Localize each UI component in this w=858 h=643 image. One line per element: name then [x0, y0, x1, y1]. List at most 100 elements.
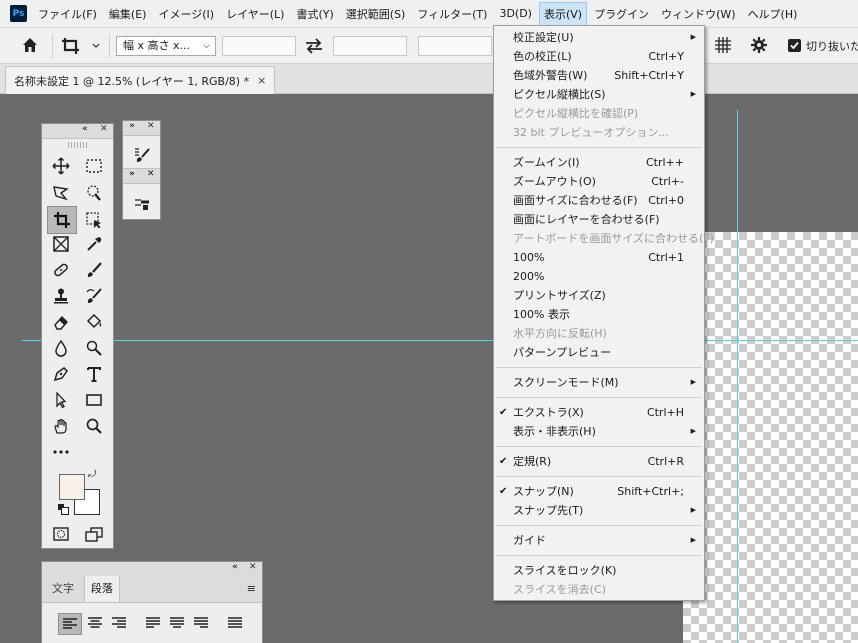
hand-tool[interactable] — [49, 414, 73, 438]
menu-item[interactable]: 色の校正(L) Ctrl+Y — [494, 47, 704, 66]
menu-item[interactable]: 画面サイズに合わせる(F) Ctrl+0 — [494, 191, 704, 210]
menu-plugins[interactable]: プラグイン — [589, 2, 654, 26]
edit-toolbar-button[interactable] — [49, 440, 73, 464]
document-tab[interactable]: 名称未設定 1 @ 12.5% (レイヤー 1, RGB/8) * × — [5, 66, 276, 94]
pen-tool[interactable] — [49, 362, 73, 386]
menu-3d[interactable]: 3D(D) — [494, 3, 537, 24]
eyedropper-tool[interactable] — [82, 232, 106, 256]
delete-cropped-checkbox[interactable] — [788, 39, 801, 52]
dodge-tool[interactable] — [82, 336, 106, 360]
expand-icon[interactable]: » — [129, 169, 135, 179]
width-field[interactable] — [222, 36, 296, 56]
tab-character[interactable]: 文字 — [46, 576, 80, 602]
justify-right-button[interactable] — [190, 613, 212, 635]
canvas-transparency[interactable] — [683, 232, 858, 643]
menu-item[interactable]: ガイド ▶ — [494, 531, 704, 550]
menu-item[interactable]: ✔ エクストラ(X) Ctrl+H — [494, 403, 704, 422]
panel-grip[interactable] — [67, 142, 88, 148]
tool-presets-button[interactable] — [130, 191, 154, 215]
move-tool[interactable] — [49, 154, 73, 178]
menu-layer[interactable]: レイヤー(L) — [221, 2, 289, 26]
menu-item[interactable]: 200% — [494, 267, 704, 286]
history-brush-tool[interactable] — [82, 284, 106, 308]
home-button[interactable] — [20, 36, 42, 56]
quick-mask-button[interactable] — [49, 522, 73, 546]
swap-colors-icon[interactable]: ⤾ — [88, 469, 96, 480]
menu-item[interactable]: ピクセル縦横比(S) ▶ — [494, 85, 704, 104]
menu-help[interactable]: ヘルプ(H) — [743, 2, 803, 26]
rectangle-tool[interactable] — [82, 388, 106, 412]
menu-item[interactable]: 表示・非表示(H) ▶ — [494, 422, 704, 441]
marquee-tool[interactable] — [82, 154, 106, 178]
menu-view[interactable]: 表示(V) — [538, 1, 588, 26]
swap-dimensions-button[interactable] — [303, 37, 325, 55]
menu-item[interactable]: スナップ先(T) ▶ — [494, 501, 704, 520]
menu-item[interactable]: 100% Ctrl+1 — [494, 248, 704, 267]
screen-mode-button[interactable] — [82, 522, 106, 546]
menu-edit[interactable]: 編集(E) — [104, 2, 152, 26]
menu-item[interactable]: スライスをロック(K) — [494, 561, 704, 580]
panel-menu-icon[interactable]: ≡ — [247, 582, 256, 595]
frame-selection-tool[interactable] — [82, 208, 106, 232]
collapse-icon[interactable]: « — [232, 562, 238, 572]
tab-paragraph[interactable]: 段落 — [84, 576, 120, 602]
collapse-icon[interactable]: « — [82, 124, 88, 134]
align-center-button[interactable] — [84, 613, 106, 635]
menu-file[interactable]: ファイル(F) — [33, 2, 102, 26]
lasso-tool[interactable] — [49, 181, 73, 205]
justify-center-button[interactable] — [166, 613, 188, 635]
close-icon[interactable]: ✕ — [147, 121, 155, 131]
brush-settings-button[interactable] — [130, 143, 154, 167]
foreground-color-swatch[interactable] — [59, 474, 85, 500]
crop-ratio-select[interactable]: 幅 x 高さ x... ⌵ — [116, 36, 216, 56]
align-right-button[interactable] — [108, 613, 130, 635]
zoom-tool[interactable] — [82, 414, 106, 438]
menu-item[interactable]: 100% 表示 — [494, 305, 704, 324]
justify-all-button[interactable] — [224, 613, 246, 635]
menu-item-label: 色域外警告(W) — [513, 69, 588, 82]
menu-item[interactable]: 校正設定(U) ▶ — [494, 28, 704, 47]
close-icon[interactable]: × — [257, 74, 266, 87]
resolution-field[interactable] — [418, 36, 492, 56]
crop-tool[interactable] — [47, 206, 77, 234]
brush-tool[interactable] — [82, 258, 106, 282]
crop-tool-preset-button[interactable] — [60, 36, 102, 56]
clone-stamp-tool[interactable] — [49, 284, 73, 308]
menu-item[interactable]: プリントサイズ(Z) — [494, 286, 704, 305]
menu-item[interactable]: ✔ スナップ(N) Shift+Ctrl+; — [494, 482, 704, 501]
menu-item[interactable]: ズームアウト(O) Ctrl+- — [494, 172, 704, 191]
default-colors-icon[interactable] — [58, 504, 69, 515]
close-icon[interactable]: ✕ — [147, 169, 155, 179]
close-icon[interactable]: ✕ — [249, 562, 257, 572]
path-selection-tool[interactable] — [49, 388, 73, 412]
eraser-tool[interactable] — [49, 310, 73, 334]
menu-type[interactable]: 書式(Y) — [291, 2, 338, 26]
crop-settings-button[interactable] — [750, 36, 770, 56]
expand-icon[interactable]: » — [129, 121, 135, 131]
justify-left-button[interactable] — [142, 613, 164, 635]
menu-item[interactable]: 画面にレイヤーを合わせる(F) — [494, 210, 704, 229]
menu-image[interactable]: イメージ(I) — [153, 2, 219, 26]
menu-item[interactable]: 色域外警告(W) Shift+Ctrl+Y — [494, 66, 704, 85]
menu-item-label: 表示・非表示(H) — [513, 425, 596, 438]
menu-window[interactable]: ウィンドウ(W) — [656, 2, 740, 26]
menu-item[interactable]: パターンプレビュー — [494, 343, 704, 362]
height-field[interactable] — [333, 36, 407, 56]
quick-selection-tool[interactable] — [82, 181, 106, 205]
menu-filter[interactable]: フィルター(T) — [412, 2, 492, 26]
menu-select[interactable]: 選択範囲(S) — [341, 2, 411, 26]
align-left-button[interactable] — [58, 613, 82, 635]
blur-tool[interactable] — [49, 336, 73, 360]
paint-bucket-tool[interactable] — [82, 310, 106, 334]
close-icon[interactable]: ✕ — [100, 124, 108, 134]
menu-item[interactable]: ✔ 定規(R) Ctrl+R — [494, 452, 704, 471]
overlay-grid-button[interactable] — [714, 36, 734, 56]
type-tool[interactable] — [82, 362, 106, 386]
gear-icon — [751, 37, 767, 53]
menu-item[interactable]: スクリーンモード(M) ▶ — [494, 373, 704, 392]
frame-tool[interactable] — [49, 232, 73, 256]
align-right-icon — [112, 617, 126, 628]
menu-item[interactable]: ズームイン(I) Ctrl++ — [494, 153, 704, 172]
healing-brush-tool[interactable] — [49, 258, 73, 282]
checkmark-icon: ✔ — [499, 486, 508, 497]
